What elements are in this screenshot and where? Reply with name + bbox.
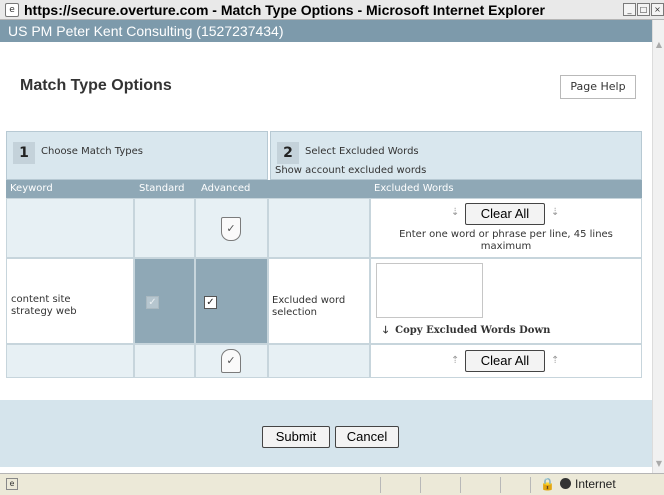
page-help-button[interactable]: Page Help bbox=[560, 75, 636, 99]
keyword-column-header: Keyword bbox=[10, 183, 53, 194]
page-title: Match Type Options bbox=[20, 77, 172, 94]
status-divider bbox=[500, 477, 501, 493]
table-header-row: Keyword Standard Advanced Excluded Words bbox=[6, 180, 642, 198]
minimize-button[interactable]: _ bbox=[623, 3, 636, 16]
advanced-cell: ✓ bbox=[195, 258, 268, 344]
status-divider bbox=[420, 477, 421, 493]
window-controls: _ □ × bbox=[622, 3, 664, 16]
standard-column-header: Standard bbox=[139, 183, 185, 194]
up-arrow-icon: ⇡ bbox=[451, 355, 460, 366]
standard-cell: ✓ bbox=[134, 258, 195, 344]
close-button[interactable]: × bbox=[651, 3, 664, 16]
excluded-word-selection-label: Excluded word selection bbox=[272, 295, 346, 318]
step-1-number: 1 bbox=[13, 142, 35, 164]
top-excluded-cell: ⇣ Clear All ⇣ Enter one word or phrase p… bbox=[370, 198, 642, 258]
top-advanced-cell: ✓ bbox=[195, 198, 268, 258]
excluded-label-cell: Excluded word selection bbox=[268, 258, 370, 344]
window-title-bar: e https://secure.overture.com - Match Ty… bbox=[0, 0, 664, 20]
submit-button[interactable]: Submit bbox=[262, 426, 330, 448]
standard-checkbox[interactable]: ✓ bbox=[146, 296, 159, 309]
security-zone-label: Internet bbox=[575, 477, 616, 491]
lock-icon: 🔒 bbox=[540, 477, 555, 491]
down-arrow-icon: ⇣ bbox=[451, 207, 460, 218]
keyword-text: content site strategy web bbox=[11, 294, 77, 317]
main-panel: Match Type Options Page Help 1 Choose Ma… bbox=[0, 42, 652, 467]
top-standard-cell bbox=[134, 198, 195, 258]
step-2-label: Select Excluded Words bbox=[305, 146, 419, 157]
scroll-up-arrow-icon[interactable]: ▲ bbox=[654, 40, 664, 50]
down-arrow-icon: ⇣ bbox=[551, 207, 560, 218]
page-status-icon: e bbox=[6, 478, 18, 490]
window-scrollbar[interactable]: ▲ ▼ bbox=[652, 20, 664, 473]
keyword-cell: content site strategy web bbox=[6, 258, 134, 344]
maximize-button[interactable]: □ bbox=[637, 3, 650, 16]
excluded-words-column-header: Excluded Words bbox=[374, 183, 454, 194]
status-divider bbox=[380, 477, 381, 493]
window-title: https://secure.overture.com - Match Type… bbox=[24, 1, 545, 18]
arrow-down-icon: 🡓 bbox=[383, 325, 396, 336]
excluded-words-cell: 🡓 Copy Excluded Words Down bbox=[370, 258, 642, 344]
bottom-keyword-cell bbox=[6, 344, 134, 378]
bottom-standard-cell bbox=[134, 344, 195, 378]
cancel-button[interactable]: Cancel bbox=[335, 426, 399, 448]
show-account-excluded-words-link[interactable]: Show account excluded words bbox=[275, 165, 426, 176]
status-bar: e 🔒 Internet bbox=[0, 473, 664, 495]
scroll-down-arrow-icon[interactable]: ▼ bbox=[654, 459, 664, 469]
step-1-panel: 1 Choose Match Types bbox=[6, 131, 268, 180]
status-divider bbox=[530, 477, 531, 493]
bottom-excluded-label-cell bbox=[268, 344, 370, 378]
step-2-number: 2 bbox=[277, 142, 299, 164]
globe-icon bbox=[560, 478, 571, 489]
step-2-panel: 2 Select Excluded Words Show account exc… bbox=[270, 131, 642, 180]
excluded-words-textarea[interactable] bbox=[376, 263, 483, 318]
clear-all-button-top[interactable]: Clear All bbox=[465, 203, 545, 225]
advanced-checkbox[interactable]: ✓ bbox=[204, 296, 217, 309]
up-arrow-icon: ⇡ bbox=[551, 355, 560, 366]
bottom-advanced-cell: ✓ bbox=[195, 344, 268, 378]
step-row: 1 Choose Match Types 2 Select Excluded W… bbox=[6, 131, 642, 180]
copy-excluded-words-down-label: Copy Excluded Words Down bbox=[395, 325, 551, 336]
status-divider bbox=[460, 477, 461, 493]
step-1-label: Choose Match Types bbox=[41, 146, 143, 157]
top-excluded-label-cell bbox=[268, 198, 370, 258]
excluded-words-hint: Enter one word or phrase per line, 45 li… bbox=[399, 229, 613, 252]
bottom-excluded-cell: ⇡ Clear All ⇡ bbox=[370, 344, 642, 378]
check-shield-icon[interactable]: ✓ bbox=[221, 217, 241, 241]
check-shield-icon[interactable]: ✓ bbox=[221, 349, 241, 373]
ie-icon: e bbox=[5, 2, 19, 17]
advanced-column-header: Advanced bbox=[201, 183, 251, 194]
copy-excluded-words-down-link[interactable]: 🡓 Copy Excluded Words Down bbox=[383, 323, 550, 340]
account-bar: US PM Peter Kent Consulting (1527237434) bbox=[0, 20, 652, 42]
clear-all-button-bottom[interactable]: Clear All bbox=[465, 350, 545, 372]
top-keyword-cell bbox=[6, 198, 134, 258]
